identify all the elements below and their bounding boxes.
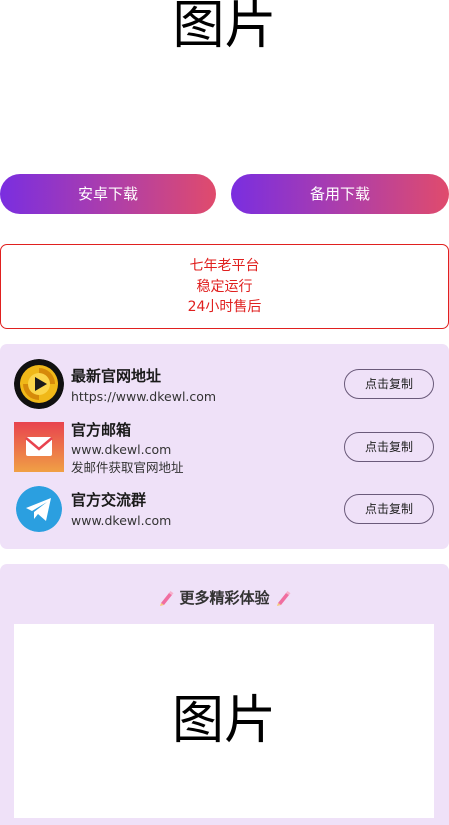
contact-title-email: 官方邮箱 [71,421,132,439]
hero-image-label: 图片 [172,0,277,56]
more-heading-text: 更多精彩体验 [179,589,270,607]
more-experience-section: 更多精彩体验 图片 [0,564,449,825]
notice-line-3: 24小时售后 [187,299,262,315]
backup-download-button[interactable]: 备用下载 [231,174,449,214]
pencil-icon [276,591,291,606]
play-logo-icon [14,359,64,409]
copy-group-button[interactable]: 点击复制 [344,494,434,524]
pencil-icon [160,591,174,606]
android-download-button[interactable]: 安卓下载 [0,174,216,214]
mail-icon [14,422,64,472]
contact-title-website: 最新官网地址 [71,367,162,385]
notice-line-1: 七年老平台 [189,258,260,274]
contact-title-group: 官方交流群 [71,491,147,509]
contact-row-email: 官方邮箱 www.dkewl.com 发邮件获取官网地址 点击复制 [0,420,449,480]
contact-row-group: 官方交流群 www.dkewl.com 点击复制 [0,486,449,534]
contact-row-website: 最新官网地址 https://www.dkewl.com 点击复制 [0,358,449,410]
telegram-icon [16,486,62,532]
more-image-placeholder[interactable]: 图片 [14,624,434,818]
contact-url-email: www.dkewl.com [71,442,172,457]
contact-url-group: www.dkewl.com [71,513,172,528]
download-buttons: 安卓下载 备用下载 [0,174,449,214]
copy-email-button[interactable]: 点击复制 [344,432,434,462]
more-experience-heading: 更多精彩体验 [0,587,449,609]
notice-box: 七年老平台 稳定运行 24小时售后 [0,244,449,329]
notice-line-2: 稳定运行 [196,278,253,295]
contact-note-email: 发邮件获取官网地址 [71,460,184,475]
hero-image-placeholder: 图片 [0,0,449,54]
contact-card: 最新官网地址 https://www.dkewl.com 点击复制 官方邮箱 w… [0,344,449,549]
copy-website-button[interactable]: 点击复制 [344,369,434,399]
contact-url-website: https://www.dkewl.com [71,389,217,404]
more-image-label: 图片 [171,691,276,751]
